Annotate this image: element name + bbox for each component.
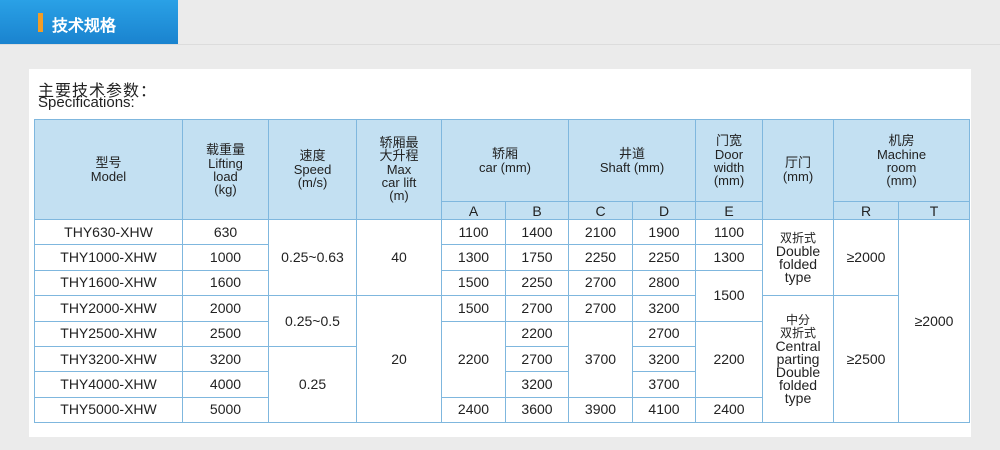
header-sub-r: R — [833, 201, 900, 220]
cell-model: THY1000-XHW — [34, 244, 183, 271]
header-sub-d: D — [631, 201, 697, 220]
cell-door-e: 1500 — [695, 269, 764, 322]
cell-car-b: 2250 — [505, 269, 569, 297]
cell-load: 3200 — [182, 345, 269, 373]
table-row: THY2000-XHW 2000 0.25~0.5 20 1500 2700 2… — [34, 295, 970, 424]
cell-model: THY3200-XHW — [34, 345, 183, 373]
cell-shaft-c: 2700 — [568, 295, 633, 322]
header-load: 载重量 Lifting load (kg) — [182, 119, 269, 220]
cell-shaft-d: 3200 — [631, 295, 697, 322]
header-sub-t: T — [898, 201, 971, 220]
cell-car-b: 2700 — [505, 345, 569, 373]
spec-panel: 主要技术参数： Specifications: 型号 Model 载重量 Lif… — [29, 69, 971, 437]
cell-car-b: 3600 — [505, 396, 569, 424]
cell-machine-r: ≥2000 — [833, 218, 900, 297]
cell-shaft-d: 2250 — [631, 244, 697, 271]
cell-door-type: 双折式 Double folded type — [762, 218, 835, 297]
header-door-width: 门宽 Door width (mm) — [695, 119, 764, 202]
tab-label: 技术规格 — [52, 16, 117, 35]
cell-load: 2000 — [182, 295, 269, 322]
cell-car-a: 1500 — [441, 295, 506, 322]
cell-load: 5000 — [182, 396, 269, 424]
header-sub-b: B — [505, 201, 569, 220]
tab-bar: 技术规格 — [0, 0, 1000, 45]
cell-model: THY4000-XHW — [34, 371, 183, 398]
cell-door-type: 中分 双折式 Central parting Double folded typ… — [762, 295, 835, 424]
cell-shaft-c: 2100 — [568, 218, 633, 246]
cell-car-b: 2200 — [505, 320, 569, 347]
cell-shaft-d: 4100 — [631, 396, 697, 424]
tab-specifications[interactable]: 技术规格 — [0, 0, 178, 44]
cell-load: 2500 — [182, 320, 269, 347]
cell-model: THY1600-XHW — [34, 269, 183, 297]
table-row: THY630-XHW 630 0.25~0.63 40 1100 1400 21… — [34, 218, 971, 424]
cell-shaft-d: 3700 — [631, 371, 697, 398]
cell-speed: 0.25~0.63 — [268, 218, 357, 297]
cell-max-lift: 40 — [356, 218, 442, 297]
cell-load: 1000 — [182, 244, 269, 271]
cell-door-e: 2400 — [695, 396, 764, 424]
cell-load: 1600 — [182, 269, 269, 297]
cell-door-e: 1300 — [695, 244, 764, 271]
header-car: 轿厢 car (mm) — [441, 119, 569, 202]
cell-shaft-c: 2250 — [568, 244, 633, 271]
header-machine-room: 机房 Machine room (mm) — [833, 119, 971, 202]
cell-shaft-d: 2700 — [631, 320, 697, 347]
cell-car-a: 1100 — [441, 218, 506, 246]
cell-car-b: 1750 — [505, 244, 569, 271]
header-sub-a: A — [441, 201, 506, 220]
cell-model: THY2500-XHW — [34, 320, 183, 347]
cell-machine-r: ≥2500 — [833, 295, 900, 424]
cell-car-b: 1400 — [505, 218, 569, 246]
cell-load: 630 — [182, 218, 269, 246]
header-landing-door: 厅门 (mm) — [762, 119, 835, 220]
cell-shaft-d: 3200 — [631, 345, 697, 373]
cell-car-a: 1300 — [441, 244, 506, 271]
cell-shaft-c: 3900 — [568, 396, 633, 424]
cell-shaft-d: 1900 — [631, 218, 697, 246]
cell-car-a: 2400 — [441, 396, 506, 424]
cell-car-a: 2200 — [441, 320, 506, 398]
cell-model: THY2000-XHW — [34, 295, 183, 322]
cell-car-b: 2700 — [505, 295, 569, 322]
cell-max-lift: 20 — [356, 295, 442, 424]
cell-door-e: 1100 — [695, 218, 764, 246]
header-sub-e: E — [695, 201, 764, 220]
title-en: Specifications: — [38, 94, 135, 111]
header-shaft: 井道 Shaft (mm) — [567, 119, 697, 202]
spec-table: 型号 Model 载重量 Lifting load (kg) 速度 Speed … — [34, 119, 971, 424]
cell-load: 4000 — [182, 371, 269, 398]
cell-model: THY630-XHW — [34, 218, 183, 246]
cell-door-e: 2200 — [695, 320, 764, 398]
cell-model: THY5000-XHW — [34, 396, 183, 424]
cell-car-a: 1500 — [441, 269, 506, 297]
header-sub-c: C — [568, 201, 633, 220]
header-max-lift: 轿厢最 大升程 Max car lift (m) — [356, 119, 442, 220]
cell-speed: 0.25 — [268, 345, 357, 424]
cell-machine-t: ≥2000 — [898, 218, 971, 424]
cell-speed: 0.25~0.5 — [268, 295, 357, 347]
tab-marker — [38, 13, 43, 32]
cell-shaft-c: 3700 — [568, 320, 633, 398]
cell-shaft-d: 2800 — [631, 269, 697, 297]
cell-car-b: 3200 — [505, 371, 569, 398]
cell-shaft-c: 2700 — [568, 269, 633, 297]
header-speed: 速度 Speed (m/s) — [268, 119, 357, 220]
header-model: 型号 Model — [34, 119, 183, 220]
